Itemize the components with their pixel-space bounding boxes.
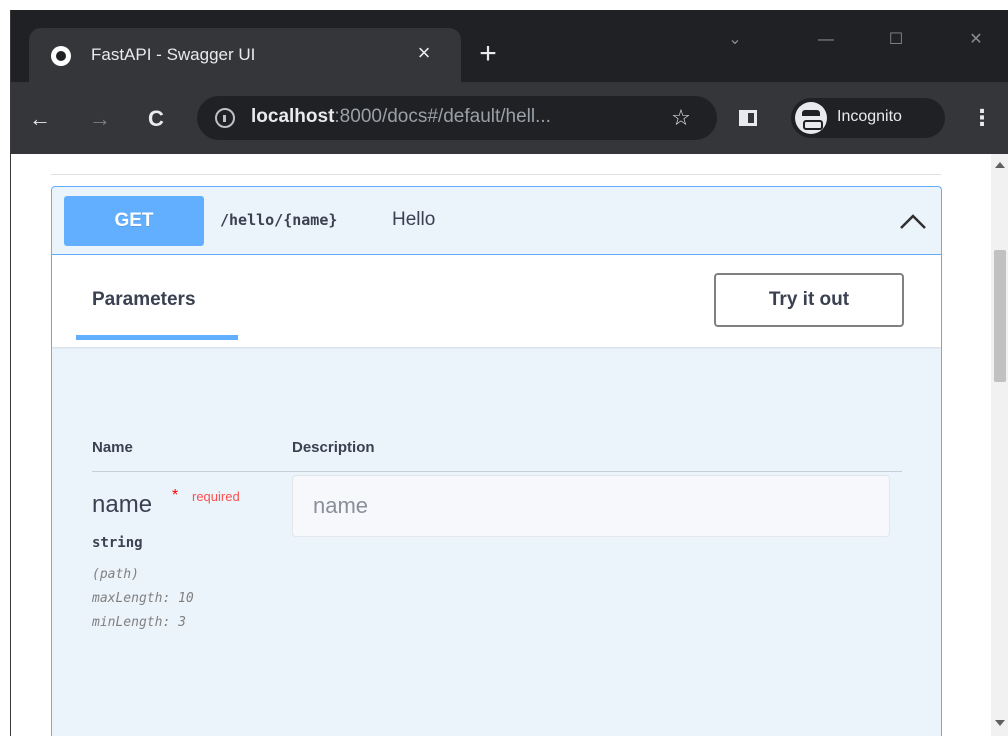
browser-tab[interactable]: FastAPI - Swagger UI × <box>29 28 461 82</box>
parameter-location: (path) <box>92 567 139 582</box>
url-text[interactable]: localhost:8000/docs#/default/hell... <box>251 106 646 128</box>
required-star: * <box>172 487 179 504</box>
scroll-thumb[interactable] <box>994 250 1006 382</box>
parameter-min-length: minLength: 3 <box>92 615 186 630</box>
scroll-up-arrow-icon[interactable] <box>995 162 1005 168</box>
operation-block-get: GET /hello/{name} Hello Parameters Try i… <box>51 186 942 736</box>
operation-summary[interactable]: GET /hello/{name} Hello <box>52 187 941 255</box>
parameters-header: Parameters Try it out <box>52 255 941 347</box>
parameter-max-length: maxLength: 10 <box>92 591 194 606</box>
reload-icon[interactable]: C <box>141 104 171 134</box>
url-host: localhost <box>251 106 335 127</box>
endpoint-path: /hello/{name} <box>220 211 338 229</box>
required-label: required <box>192 489 240 504</box>
tab-search-icon[interactable]: ⌄ <box>723 28 747 52</box>
method-badge: GET <box>64 196 204 246</box>
bookmark-star-icon[interactable]: ☆ <box>667 104 695 132</box>
url-path: :8000/docs#/default/hell... <box>334 106 551 127</box>
forward-arrow-icon[interactable]: → <box>85 104 115 134</box>
tab-parameters[interactable]: Parameters <box>92 289 196 311</box>
try-it-out-button[interactable]: Try it out <box>714 273 904 327</box>
column-header-name: Name <box>92 439 133 456</box>
parameter-type: string <box>92 535 143 551</box>
column-header-description: Description <box>292 439 375 456</box>
scroll-down-arrow-icon[interactable] <box>995 720 1005 726</box>
browser-window: FastAPI - Swagger UI × + ⌄ — ☐ ✕ ← → C l… <box>10 10 1008 736</box>
header-divider <box>92 471 902 472</box>
incognito-profile-button[interactable]: Incognito <box>791 98 945 138</box>
kebab-menu-icon[interactable]: ⋮ <box>971 104 993 132</box>
browser-toolbar: ← → C localhost:8000/docs#/default/hell.… <box>11 82 1008 154</box>
endpoint-summary: Hello <box>392 209 436 230</box>
page-content: GET /hello/{name} Hello Parameters Try i… <box>11 154 1008 736</box>
tab-title: FastAPI - Swagger UI <box>91 45 256 64</box>
maximize-icon[interactable]: ☐ <box>881 28 911 52</box>
back-arrow-icon[interactable]: ← <box>25 104 55 134</box>
tab-strip: FastAPI - Swagger UI × + ⌄ — ☐ ✕ <box>11 10 1008 82</box>
side-panel-icon[interactable] <box>739 110 757 126</box>
site-info-icon[interactable] <box>215 108 235 128</box>
close-window-icon[interactable]: ✕ <box>961 28 991 52</box>
incognito-icon <box>795 102 827 134</box>
name-parameter-input[interactable] <box>292 475 890 537</box>
incognito-label: Incognito <box>837 108 902 125</box>
minimize-icon[interactable]: — <box>811 28 841 52</box>
page-scrollbar[interactable] <box>991 154 1008 736</box>
new-tab-icon[interactable]: + <box>473 39 503 70</box>
fastapi-favicon-icon <box>51 46 71 66</box>
chevron-up-icon[interactable] <box>898 209 928 233</box>
address-bar[interactable]: localhost:8000/docs#/default/hell... ☆ <box>197 96 717 140</box>
divider <box>51 174 941 175</box>
tab-close-icon[interactable]: × <box>411 40 437 66</box>
active-tab-indicator <box>76 335 238 340</box>
parameter-name: name <box>92 491 153 518</box>
